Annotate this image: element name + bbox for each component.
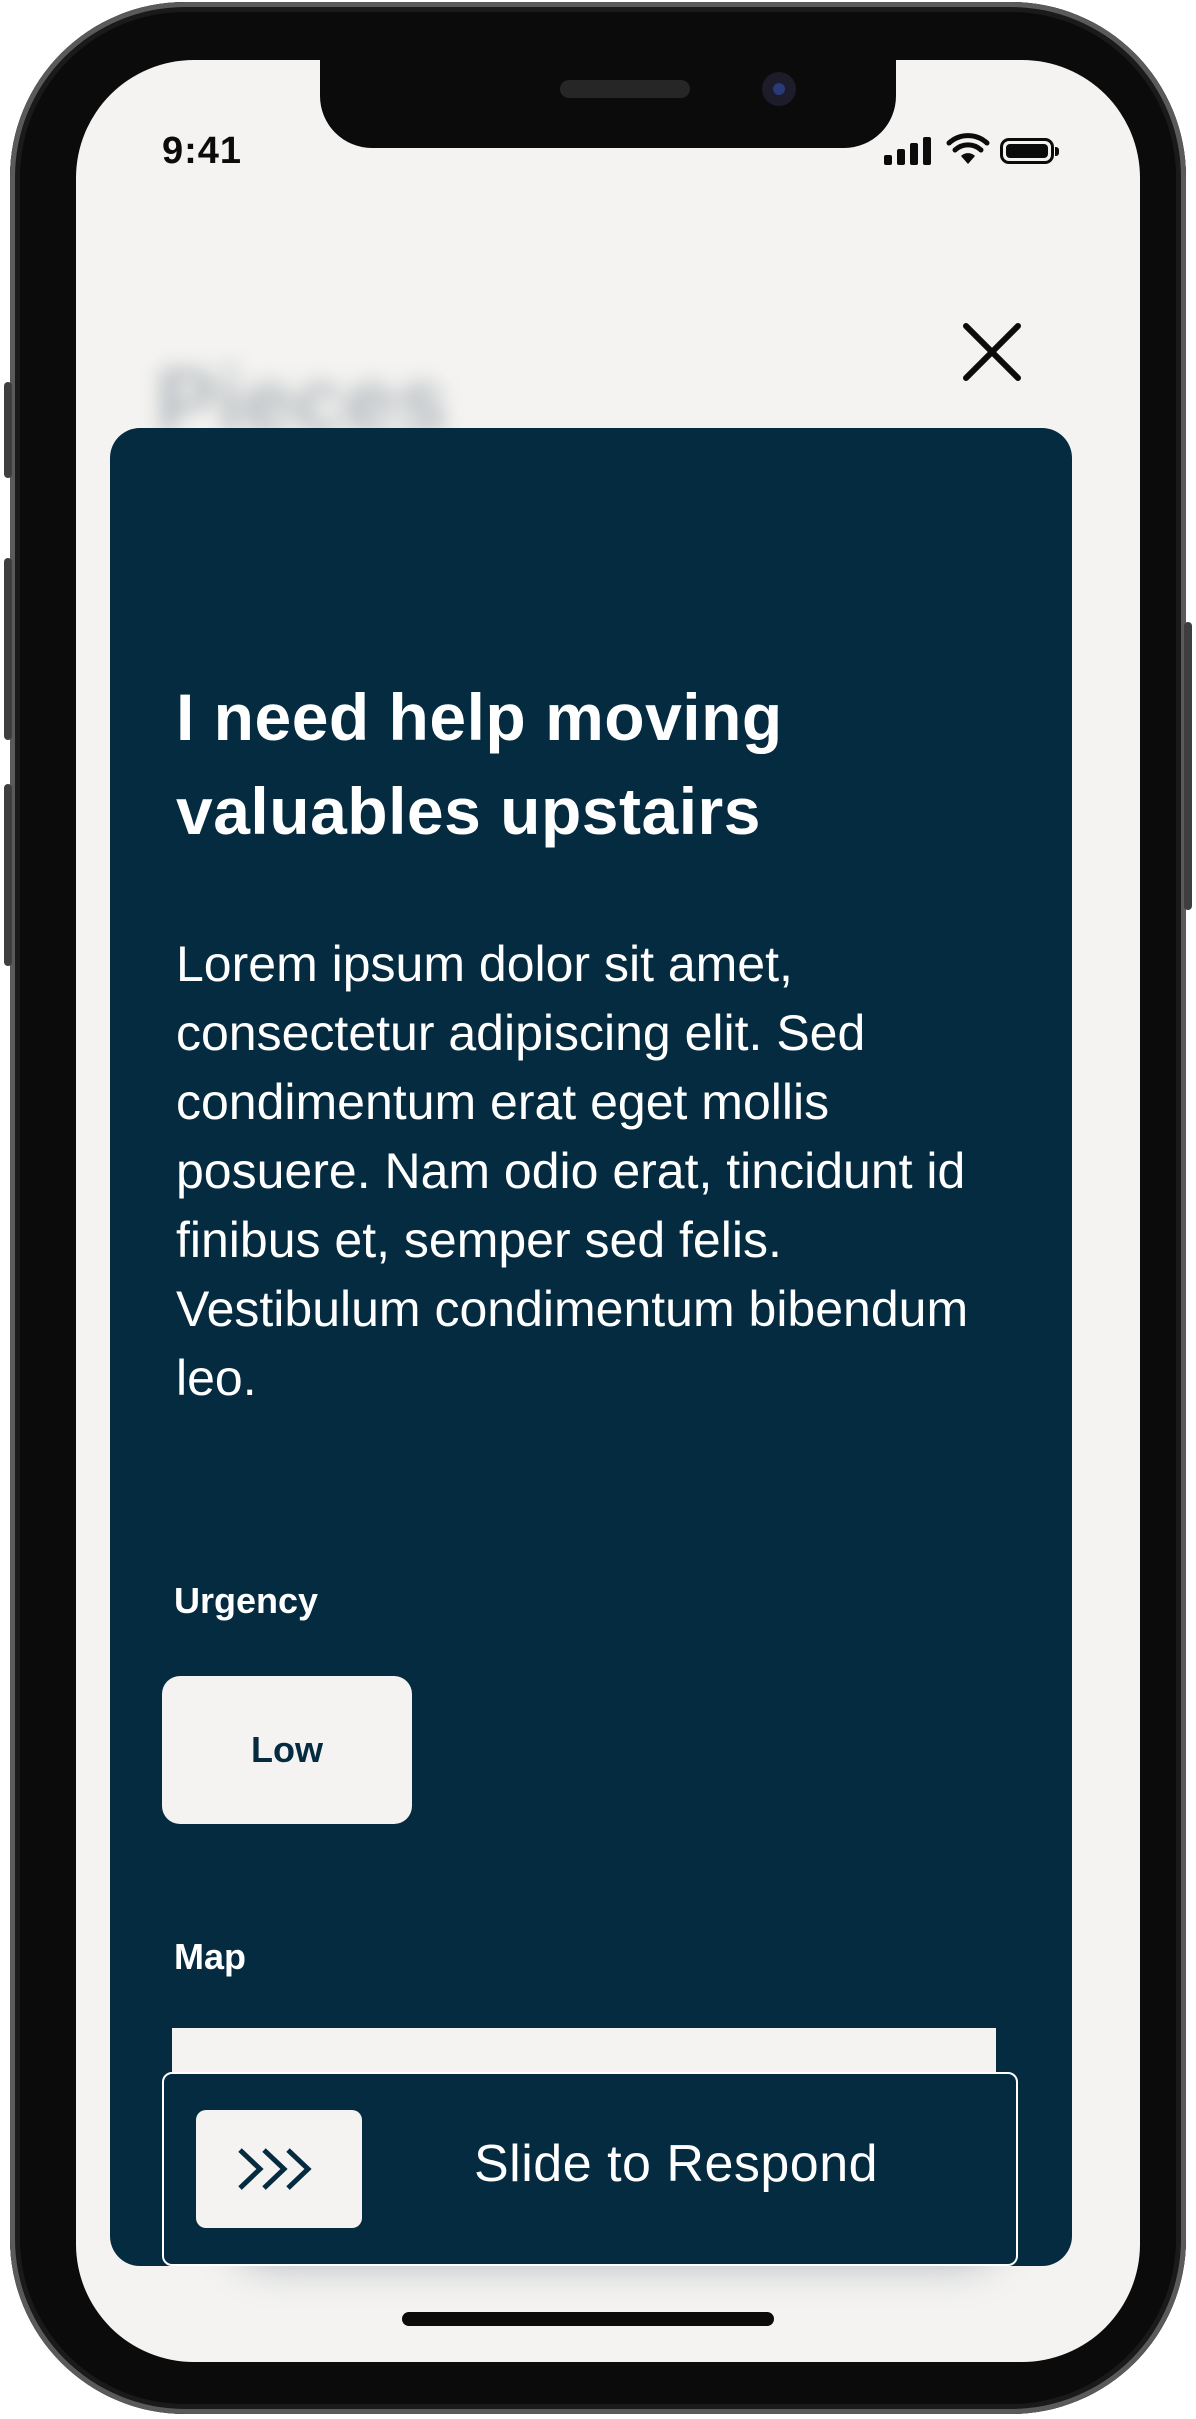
request-title: I need help moving valuables upstairs (176, 680, 783, 848)
map-label: Map (174, 1936, 246, 1977)
phone-frame: 9:41 Pieces I need help moving valuables… (4, 2, 1192, 2414)
slide-to-respond-slider[interactable]: Slide to Respond (162, 2072, 1018, 2266)
wifi-icon (946, 133, 990, 164)
status-icons (884, 130, 1074, 170)
close-icon (963, 323, 1021, 381)
battery-icon (1000, 138, 1059, 164)
volume-up-button (4, 558, 12, 740)
request-card: I need help moving valuables upstairs Lo… (110, 428, 1072, 2266)
mute-switch (4, 382, 12, 478)
cellular-signal-icon (884, 137, 931, 165)
phone-screen: 9:41 Pieces I need help moving valuables… (76, 60, 1140, 2362)
power-button (1184, 622, 1192, 910)
slider-handle[interactable] (196, 2110, 362, 2228)
triple-chevron-right-icon (238, 2148, 312, 2190)
home-indicator[interactable] (402, 2312, 774, 2326)
request-description: Lorem ipsum dolor sit amet, consectetur … (176, 936, 969, 1406)
urgency-label: Urgency (174, 1580, 319, 1621)
close-button[interactable] (956, 316, 1028, 388)
slider-label: Slide to Respond (474, 2135, 879, 2193)
front-camera (762, 72, 796, 106)
volume-down-button (4, 784, 12, 966)
status-time: 9:41 (162, 130, 243, 172)
earpiece-speaker (560, 80, 690, 98)
urgency-low-button[interactable]: Low (162, 1676, 412, 1824)
notch (320, 60, 896, 148)
